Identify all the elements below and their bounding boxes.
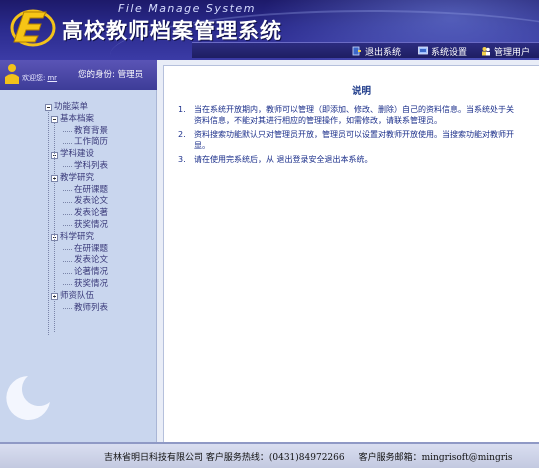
tree-guide-line [48, 110, 49, 335]
tree-item-label: 获奖情况 [74, 278, 109, 289]
instruction-text: 资料信息，不能对其进行相应的管理操作，如需修改，请联系管理员。 [194, 116, 442, 125]
tree-connector [63, 142, 72, 144]
settings-button[interactable]: 系统设置 [418, 44, 467, 58]
menu-tree: 功能菜单 基本档案 教育背景 工作简历 学科建设 学科列表 教学研究 在研课题 发表论文 发表论著… [45, 102, 109, 335]
tree-connector [63, 130, 72, 132]
tree-connector [63, 201, 72, 203]
instruction-item: 2. 资料搜索功能默认只对管理员开放，管理员可以设置对教师开放使用。当搜索功能对教… [178, 129, 539, 151]
identity-text: 您的身份: 管理员 [78, 68, 143, 80]
app-subtitle: File Manage System [118, 2, 256, 15]
tree-connector [63, 225, 72, 227]
users-icon [482, 47, 490, 56]
tree-connector [63, 213, 72, 215]
tree-item-label: 获奖情况 [74, 219, 109, 230]
tree-item-label: 教师列表 [74, 302, 109, 313]
instruction-text: 请在使用完系统后，从 退出登录安全退出本系统。 [194, 155, 373, 164]
tree-item-label: 基本档案 [60, 113, 95, 124]
tree-item-label: 发表论文 [74, 255, 109, 266]
identity-value: 管理员 [117, 70, 144, 80]
page-title-text: 说明 [351, 86, 371, 97]
tree-item-label: 工作简历 [74, 137, 109, 148]
instruction-number: 3. [178, 155, 186, 164]
settings-label: 系统设置 [431, 47, 468, 58]
username: mr [47, 74, 58, 82]
logout-icon [352, 46, 361, 56]
sidebar-menu: 功能菜单 基本档案 教育背景 工作简历 学科建设 学科列表 教学研究 在研课题 发表论文 发表论著… [0, 90, 157, 442]
tree-connector [63, 248, 72, 250]
tree-connector [63, 284, 72, 286]
instruction-item: 1. 当在系统开放期内，教师可以管理（即添加、修改、删除）自己的资料信息。当系统处… [178, 104, 539, 126]
tree-item-label: 发表论著 [74, 208, 109, 219]
tree-item-label: 论著情况 [74, 267, 109, 278]
tree-connector [63, 260, 72, 262]
tree-item-label: 功能菜单 [54, 102, 89, 112]
instruction-item: 3. 请在使用完系统后，从 退出登录安全退出本系统。 [178, 154, 539, 165]
moon-decoration-icon [6, 376, 51, 420]
instruction-number: 2. [178, 130, 186, 139]
tree-item-label: 科学研究 [60, 231, 95, 242]
tree-item-label: 在研课题 [74, 184, 109, 195]
tree-guide-line [54, 122, 55, 332]
tree-item-label: 教育背景 [74, 125, 109, 136]
footer-email: 客户服务邮箱：mingrisoft@mingris [358, 453, 513, 463]
tree-connector [63, 272, 72, 274]
footer-company: 吉林省明日科技有限公司 客户服务热线：(0431)84972266 [104, 453, 345, 463]
tree-item-label: 教学研究 [60, 172, 95, 183]
app-title: 高校教师档案管理系统 [62, 19, 282, 43]
settings-icon [418, 46, 428, 55]
footer-text: 吉林省明日科技有限公司 客户服务热线：(0431)84972266 客户服务邮箱：… [104, 450, 513, 463]
tree-item-label: 学科建设 [60, 149, 95, 160]
tree-root[interactable]: 功能菜单 [45, 102, 108, 114]
instruction-text: 显。 [194, 141, 210, 150]
user-icon [5, 64, 19, 84]
main-content: 说明 1. 当在系统开放期内，教师可以管理（即添加、修改、删除）自己的资料信息。当… [163, 65, 539, 442]
user-info-panel: 欢迎您: mr 您的身份: 管理员 [0, 60, 157, 90]
tree-connector [63, 307, 72, 309]
tree-item-label: 发表论文 [74, 196, 109, 207]
instruction-text: 资料搜索功能默认只对管理员开放，管理员可以设置对教师开放使用。当搜索功能对教师开 [194, 130, 514, 139]
instruction-text: 当在系统开放期内，教师可以管理（即添加、修改、删除）自己的资料信息。当系统处于关 [194, 105, 514, 114]
logout-button[interactable]: 退出系统 [352, 44, 401, 58]
page-title: 说明 [164, 83, 539, 97]
tree-item-label: 学科列表 [74, 160, 109, 171]
logo-e-icon [10, 9, 56, 47]
tree-connector [63, 166, 72, 168]
tree-item-label: 在研课题 [74, 243, 109, 254]
instruction-number: 1. [178, 105, 186, 114]
footer: 吉林省明日科技有限公司 客户服务热线：(0431)84972266 客户服务邮箱：… [0, 442, 539, 468]
welcome-label: 欢迎您: [22, 74, 46, 82]
identity-label: 您的身份: [78, 70, 115, 80]
admin-users-button[interactable]: 管理用户 [481, 44, 530, 58]
tree-item-label: 师资队伍 [60, 290, 95, 301]
tree-connector [63, 189, 72, 191]
top-menu-bar: 退出系统 系统设置 管理用户 [192, 42, 539, 58]
instructions-list: 1. 当在系统开放期内，教师可以管理（即添加、修改、删除）自己的资料信息。当系统处… [178, 104, 539, 168]
welcome-text: 欢迎您: mr [22, 73, 57, 83]
logout-label: 退出系统 [365, 47, 402, 58]
admin-users-label: 管理用户 [494, 47, 531, 58]
